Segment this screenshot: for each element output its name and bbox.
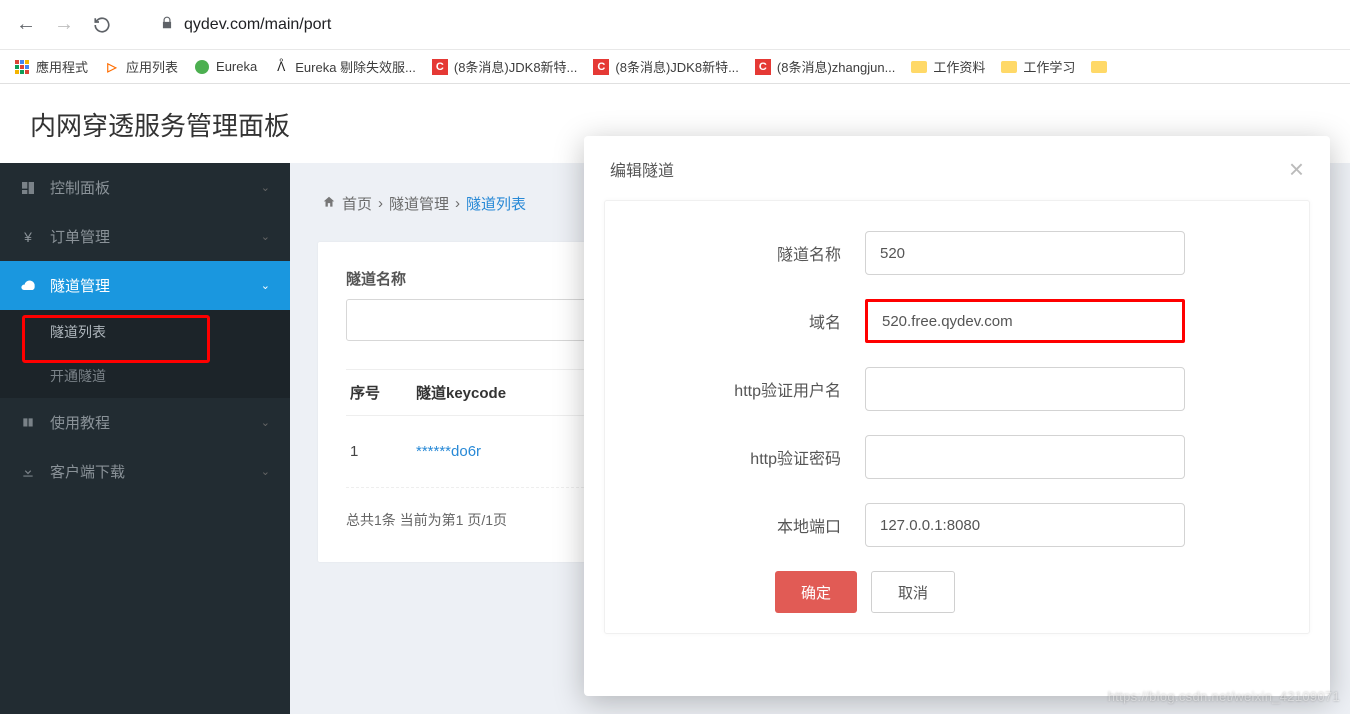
bookmarks-bar: 應用程式 ▷应用列表 Eureka ᐰEureka 剔除失效服... C(8条消… bbox=[0, 50, 1350, 84]
confirm-button[interactable]: 确定 bbox=[775, 571, 857, 613]
bookmark-folder[interactable]: 工作资料 bbox=[911, 57, 985, 76]
sidebar-item-orders[interactable]: ¥ 订单管理 ⌄ bbox=[0, 212, 290, 261]
browser-toolbar: ← → qydev.com/main/port bbox=[0, 0, 1350, 50]
bookmark-item[interactable]: C(8条消息)zhangjun... bbox=[755, 57, 896, 76]
bookmark-folder[interactable]: 工作学习 bbox=[1001, 57, 1075, 76]
yen-icon: ¥ bbox=[20, 229, 36, 245]
sidebar-item-docs[interactable]: 使用教程 ⌄ bbox=[0, 398, 290, 447]
field-label-httppass: http验证密码 bbox=[625, 445, 865, 469]
modal-title: 编辑隧道 bbox=[610, 157, 674, 181]
breadcrumb-home[interactable]: 首页 bbox=[342, 193, 372, 214]
domain-input[interactable] bbox=[865, 299, 1185, 343]
http-pass-input[interactable] bbox=[865, 435, 1185, 479]
cancel-button[interactable]: 取消 bbox=[871, 571, 955, 613]
sidebar-sub-tunnel-list[interactable]: 隧道列表 bbox=[0, 310, 290, 354]
close-icon[interactable]: × bbox=[1289, 156, 1304, 182]
tunnel-name-input[interactable] bbox=[865, 231, 1185, 275]
bookmark-item[interactable]: C(8条消息)JDK8新特... bbox=[593, 57, 739, 76]
book-icon bbox=[20, 415, 36, 431]
local-port-input[interactable] bbox=[865, 503, 1185, 547]
bookmark-item[interactable]: ᐰEureka 剔除失效服... bbox=[273, 57, 416, 76]
sidebar-item-tunnel[interactable]: 隧道管理 ⌄ bbox=[0, 261, 290, 310]
dashboard-icon bbox=[20, 180, 36, 196]
lock-icon bbox=[160, 16, 174, 33]
bookmark-item[interactable]: ▷应用列表 bbox=[104, 57, 178, 76]
watermark: https://blog.csdn.net/weixin_42109071 bbox=[1108, 689, 1340, 704]
sidebar-item-dashboard[interactable]: 控制面板 ⌄ bbox=[0, 163, 290, 212]
home-icon bbox=[322, 195, 336, 212]
forward-button[interactable]: → bbox=[50, 11, 78, 39]
sidebar: 控制面板 ⌄ ¥ 订单管理 ⌄ 隧道管理 ⌄ 隧道列表 开通隧道 使用教程 ⌄ … bbox=[0, 163, 290, 714]
url-text: qydev.com/main/port bbox=[184, 16, 331, 34]
bookmark-folder[interactable] bbox=[1091, 59, 1107, 75]
reload-button[interactable] bbox=[88, 11, 116, 39]
field-label-localport: 本地端口 bbox=[625, 513, 865, 537]
field-label-domain: 域名 bbox=[625, 309, 865, 333]
keycode-link[interactable]: ******do6r bbox=[416, 443, 481, 460]
field-label-httpuser: http验证用户名 bbox=[625, 377, 865, 401]
sidebar-sub-tunnel-create[interactable]: 开通隧道 bbox=[0, 354, 290, 398]
breadcrumb-leaf[interactable]: 隧道列表 bbox=[466, 193, 526, 214]
edit-tunnel-modal: 编辑隧道 × 隧道名称 域名 http验证用户名 http验证密码 本地端口 确… bbox=[584, 136, 1330, 696]
chevron-down-icon: ⌄ bbox=[261, 181, 270, 194]
chevron-down-icon: ⌄ bbox=[261, 230, 270, 243]
breadcrumb-mid[interactable]: 隧道管理 bbox=[389, 193, 449, 214]
back-button[interactable]: ← bbox=[12, 11, 40, 39]
http-user-input[interactable] bbox=[865, 367, 1185, 411]
bookmark-item[interactable]: C(8条消息)JDK8新特... bbox=[432, 57, 578, 76]
address-bar[interactable]: qydev.com/main/port bbox=[146, 10, 1338, 40]
cloud-icon bbox=[20, 278, 36, 294]
download-icon bbox=[20, 464, 36, 480]
chevron-down-icon: ⌄ bbox=[261, 465, 270, 478]
sidebar-item-download[interactable]: 客户端下载 ⌄ bbox=[0, 447, 290, 496]
field-label-name: 隧道名称 bbox=[625, 241, 865, 265]
chevron-down-icon: ⌄ bbox=[261, 416, 270, 429]
bookmark-apps[interactable]: 應用程式 bbox=[14, 57, 88, 76]
bookmark-item[interactable]: Eureka bbox=[194, 59, 257, 75]
chevron-down-icon: ⌄ bbox=[261, 279, 270, 292]
